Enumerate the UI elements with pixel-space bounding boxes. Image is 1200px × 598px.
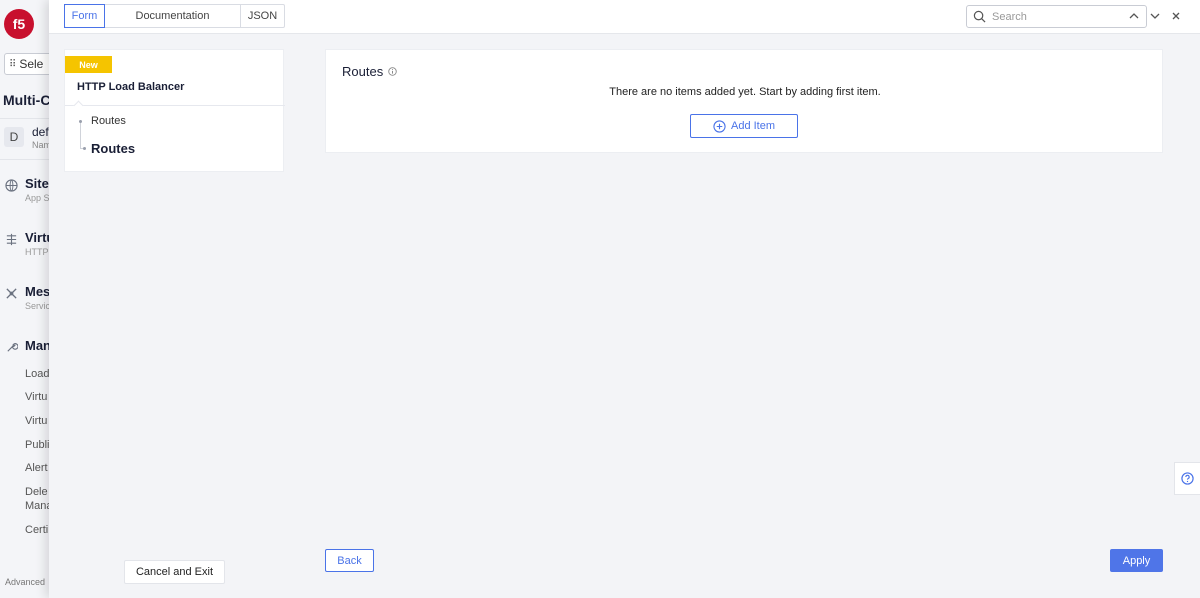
namespace-avatar: D (4, 127, 24, 147)
sidebar-subitem[interactable]: Virtu (25, 390, 47, 404)
info-icon[interactable] (388, 67, 397, 76)
search-previous-button[interactable] (1127, 9, 1140, 22)
section-title-label: Routes (342, 64, 384, 79)
tab-documentation[interactable]: Documentation (105, 5, 241, 27)
search-input[interactable] (992, 10, 1132, 23)
sidebar-item-label: Man (25, 338, 51, 353)
sidebar-subitem[interactable]: Dele (25, 485, 48, 499)
close-icon (1172, 12, 1179, 19)
sidebar-item-sub: HTTP (25, 247, 49, 257)
help-button[interactable] (1174, 462, 1200, 495)
globe-icon (4, 178, 18, 192)
tab-json[interactable]: JSON (241, 5, 284, 27)
search-box (966, 5, 1147, 28)
outline-item-routes[interactable]: Routes (91, 115, 126, 127)
cancel-and-exit-button[interactable]: Cancel and Exit (124, 560, 225, 584)
sidebar-item-label: Mes (25, 284, 51, 299)
add-item-button[interactable]: Add Item (690, 114, 798, 138)
plus-circle-icon (713, 119, 726, 133)
virtual-host-icon (4, 232, 18, 246)
f5-logo: f5 (4, 9, 34, 39)
namespace-name: def (32, 125, 49, 139)
form-panel: Form Documentation JSON New HTTP Load Ba… (49, 0, 1200, 598)
section-title: Routes (342, 64, 397, 79)
search-next-button[interactable] (1148, 9, 1161, 22)
routes-section: Routes There are no items added yet. Sta… (325, 49, 1163, 153)
sidebar-subitem[interactable]: Certi (25, 523, 48, 537)
outline-item-routes-current[interactable]: Routes (91, 141, 135, 156)
status-badge: New (65, 56, 112, 73)
namespace-select-label: Sele (19, 57, 44, 71)
advanced-link[interactable]: Advanced (5, 577, 45, 587)
form-title: HTTP Load Balancer (77, 81, 185, 93)
apply-button[interactable]: Apply (1110, 549, 1163, 572)
sidebar-item-sub: App S (25, 193, 50, 203)
form-outline-card: New HTTP Load Balancer Routes Routes (64, 49, 285, 172)
search-close-button[interactable] (1169, 9, 1182, 22)
tree-connector (80, 120, 81, 149)
tree-node-dot (79, 120, 82, 123)
view-tabs: Form Documentation JSON (64, 4, 285, 28)
chevron-up-icon (1129, 12, 1138, 18)
help-icon (1181, 472, 1194, 485)
back-button[interactable]: Back (325, 549, 374, 572)
empty-state-message: There are no items added yet. Start by a… (609, 86, 881, 98)
mesh-icon (4, 286, 18, 300)
search-nav-buttons (1127, 9, 1182, 22)
panel-toolbar: Form Documentation JSON (49, 0, 1200, 34)
add-item-label: Add Item (730, 120, 776, 132)
grid-icon: ⠿ (9, 58, 16, 70)
app-title: Multi-C (3, 92, 51, 108)
wrench-icon (4, 340, 18, 354)
sidebar-subitem[interactable]: Publi (25, 438, 49, 452)
sidebar-subitem[interactable]: Virtu (25, 414, 47, 428)
tab-form[interactable]: Form (64, 4, 105, 28)
tree-node-dot (83, 147, 86, 150)
sidebar-item-sub: Servic (25, 301, 51, 311)
chevron-down-icon (1150, 13, 1159, 19)
divider (65, 105, 285, 106)
sidebar-subitem[interactable]: Alert (25, 461, 48, 475)
sidebar-subitem[interactable]: Load (25, 367, 49, 381)
search-icon (973, 10, 986, 23)
